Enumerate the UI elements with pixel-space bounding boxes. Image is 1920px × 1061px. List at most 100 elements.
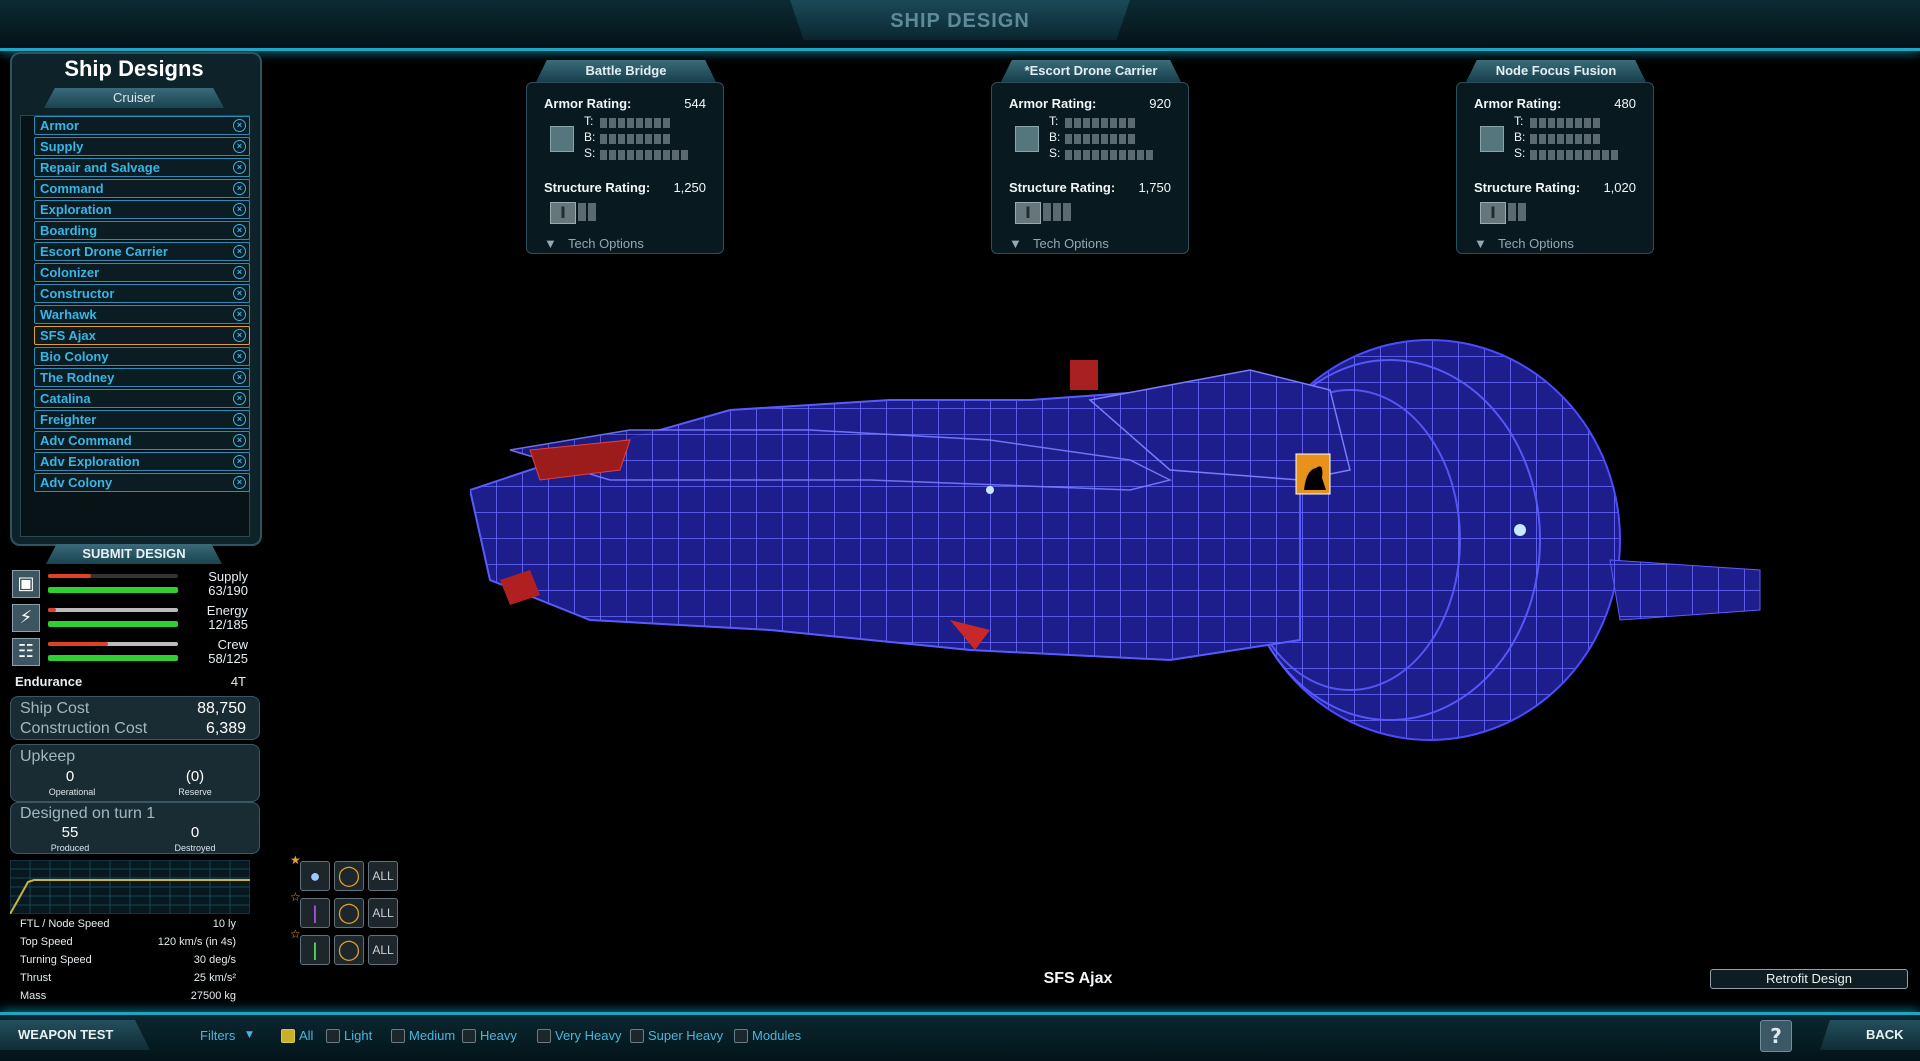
filter-option-label[interactable]: Heavy xyxy=(480,1028,517,1043)
filter-checkbox[interactable] xyxy=(462,1029,476,1043)
delete-icon[interactable]: × xyxy=(233,182,246,195)
construction-cost-value: 6,389 xyxy=(205,720,246,737)
spec-value: 27500 kg xyxy=(190,990,236,1002)
filters-dropdown[interactable]: Filters xyxy=(200,1028,235,1043)
armor-pips-s xyxy=(1530,150,1620,160)
beam-weapon-icon[interactable]: | xyxy=(300,898,330,928)
design-item[interactable]: Armor × xyxy=(34,116,250,135)
design-item[interactable]: The Rodney × xyxy=(34,368,250,387)
filter-checkbox[interactable] xyxy=(630,1029,644,1043)
operational-value: 0 xyxy=(65,768,75,785)
submit-design-button[interactable]: SUBMIT DESIGN xyxy=(46,544,222,564)
design-item[interactable]: Adv Command × xyxy=(34,431,250,450)
laser-weapon-icon[interactable]: | xyxy=(300,935,330,965)
filter-option-label[interactable]: All xyxy=(299,1028,313,1043)
tech-card-title[interactable]: Node Focus Fusion xyxy=(1466,60,1646,82)
ring-filter-icon[interactable]: ◯ xyxy=(334,861,364,891)
tech-card-title[interactable]: Battle Bridge xyxy=(536,60,716,82)
chevron-down-icon[interactable]: ▼ xyxy=(246,1030,253,1040)
design-item[interactable]: Colonizer × xyxy=(34,263,250,282)
design-item[interactable]: Constructor × xyxy=(34,284,250,303)
ring-filter-icon[interactable]: ◯ xyxy=(334,898,364,928)
back-button[interactable]: BACK xyxy=(1866,1027,1904,1042)
delete-icon[interactable]: × xyxy=(233,413,246,426)
weapon-test-button[interactable]: WEAPON TEST xyxy=(18,1027,113,1042)
filter-checkbox[interactable] xyxy=(391,1029,405,1043)
armor-row-t: T: xyxy=(1514,114,1524,128)
delete-icon[interactable]: × xyxy=(233,203,246,216)
energy-value: 12/185 xyxy=(208,617,248,632)
tech-options-toggle[interactable]: Tech Options xyxy=(568,236,644,251)
delete-icon[interactable]: × xyxy=(233,329,246,342)
delete-icon[interactable]: × xyxy=(233,224,246,237)
design-item[interactable]: Repair and Salvage × xyxy=(34,158,250,177)
design-item[interactable]: Adv Colony × xyxy=(34,473,250,492)
filter-option-label[interactable]: Light xyxy=(344,1028,372,1043)
tech-options-toggle[interactable]: Tech Options xyxy=(1033,236,1109,251)
design-item-label: Boarding xyxy=(40,223,98,238)
design-item[interactable]: Freighter × xyxy=(34,410,250,429)
destroyed-value: 0 xyxy=(190,824,200,841)
delete-icon[interactable]: × xyxy=(233,308,246,321)
delete-icon[interactable]: × xyxy=(233,476,246,489)
armor-shield-icon xyxy=(1480,126,1504,152)
delete-icon[interactable]: × xyxy=(233,119,246,132)
delete-icon[interactable]: × xyxy=(233,392,246,405)
design-item[interactable]: Warhawk × xyxy=(34,305,250,324)
sphere-weapon-icon[interactable]: ● xyxy=(300,861,330,891)
help-button[interactable]: ? xyxy=(1760,1020,1792,1052)
filter-checkbox[interactable] xyxy=(281,1029,295,1043)
spec-row: Top Speed 120 km/s (in 4s) xyxy=(20,936,236,948)
all-filter-button[interactable]: ALL xyxy=(368,898,398,928)
design-item[interactable]: SFS Ajax × xyxy=(34,326,250,345)
structure-ibeam-icon: I xyxy=(1015,202,1041,224)
armor-pips-t xyxy=(600,118,672,128)
all-filter-button[interactable]: ALL xyxy=(368,935,398,965)
delete-icon[interactable]: × xyxy=(233,455,246,468)
chevron-down-icon[interactable]: ▼ xyxy=(1474,236,1487,251)
spec-value: 10 ly xyxy=(212,918,236,930)
chevron-down-icon[interactable]: ▼ xyxy=(544,236,557,251)
armor-shield-icon xyxy=(550,126,574,152)
supply-icon: ▣ xyxy=(12,570,40,598)
delete-icon[interactable]: × xyxy=(233,350,246,363)
ring-filter-icon[interactable]: ◯ xyxy=(334,935,364,965)
design-item[interactable]: Command × xyxy=(34,179,250,198)
filter-option-label[interactable]: Very Heavy xyxy=(555,1028,621,1043)
design-item[interactable]: Catalina × xyxy=(34,389,250,408)
spec-row: FTL / Node Speed 10 ly xyxy=(20,918,236,930)
delete-icon[interactable]: × xyxy=(233,287,246,300)
delete-icon[interactable]: × xyxy=(233,161,246,174)
design-item-label: Adv Command xyxy=(40,433,132,448)
filter-checkbox[interactable] xyxy=(326,1029,340,1043)
design-item[interactable]: Supply × xyxy=(34,137,250,156)
filter-option-label[interactable]: Super Heavy xyxy=(648,1028,723,1043)
spec-row: Thrust 25 km/s² xyxy=(20,972,236,984)
design-item[interactable]: Boarding × xyxy=(34,221,250,240)
delete-icon[interactable]: × xyxy=(233,245,246,258)
armor-pips-b xyxy=(600,134,672,144)
delete-icon[interactable]: × xyxy=(233,266,246,279)
design-item[interactable]: Exploration × xyxy=(34,200,250,219)
filter-option-label[interactable]: Modules xyxy=(752,1028,801,1043)
armor-shield-icon xyxy=(1015,126,1039,152)
design-item[interactable]: Adv Exploration × xyxy=(34,452,250,471)
delete-icon[interactable]: × xyxy=(233,140,246,153)
spec-value: 120 km/s (in 4s) xyxy=(157,936,236,948)
structure-rating-label: Structure Rating: xyxy=(1009,180,1116,195)
filter-checkbox[interactable] xyxy=(734,1029,748,1043)
design-item[interactable]: Escort Drone Carrier × xyxy=(34,242,250,261)
retrofit-design-button[interactable]: Retrofit Design xyxy=(1710,969,1908,989)
delete-icon[interactable]: × xyxy=(233,371,246,384)
ship-model-viewport[interactable] xyxy=(470,330,1770,790)
tech-card-title[interactable]: *Escort Drone Carrier xyxy=(1001,60,1181,82)
design-item[interactable]: Bio Colony × xyxy=(34,347,250,366)
armor-row-t: T: xyxy=(584,114,594,128)
filter-option-label[interactable]: Medium xyxy=(409,1028,455,1043)
class-tab-cruiser[interactable]: Cruiser xyxy=(44,88,224,108)
delete-icon[interactable]: × xyxy=(233,434,246,447)
tech-options-toggle[interactable]: Tech Options xyxy=(1498,236,1574,251)
filter-checkbox[interactable] xyxy=(537,1029,551,1043)
all-filter-button[interactable]: ALL xyxy=(368,861,398,891)
chevron-down-icon[interactable]: ▼ xyxy=(1009,236,1022,251)
